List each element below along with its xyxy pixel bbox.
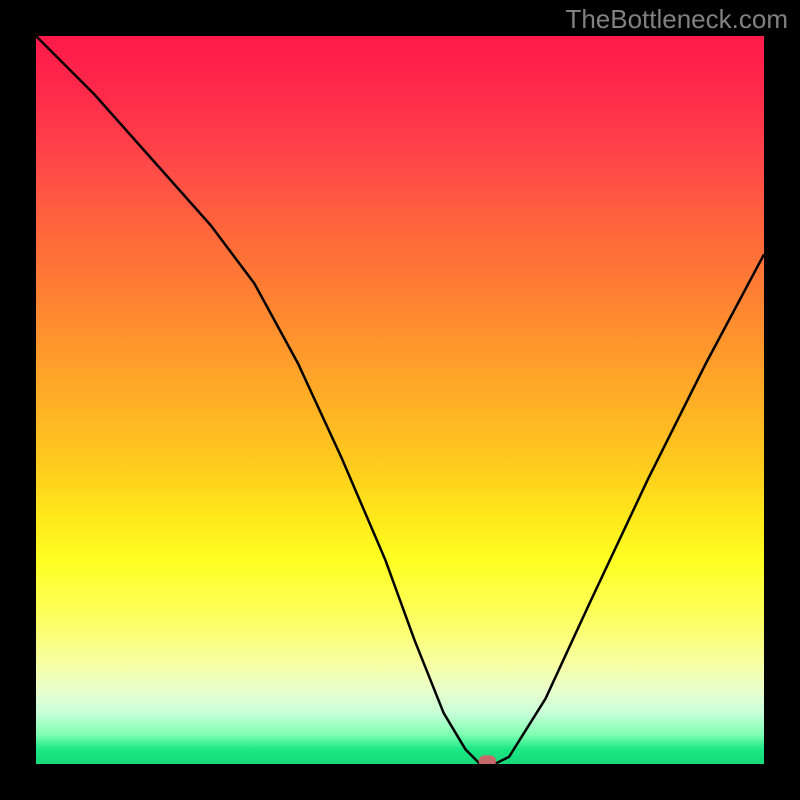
chart-container: TheBottleneck.com xyxy=(0,0,800,800)
watermark-text: TheBottleneck.com xyxy=(565,4,788,35)
bottleneck-curve-line xyxy=(36,36,764,764)
minimum-marker xyxy=(479,755,496,764)
plot-area xyxy=(36,36,764,764)
curve-svg xyxy=(36,36,764,764)
